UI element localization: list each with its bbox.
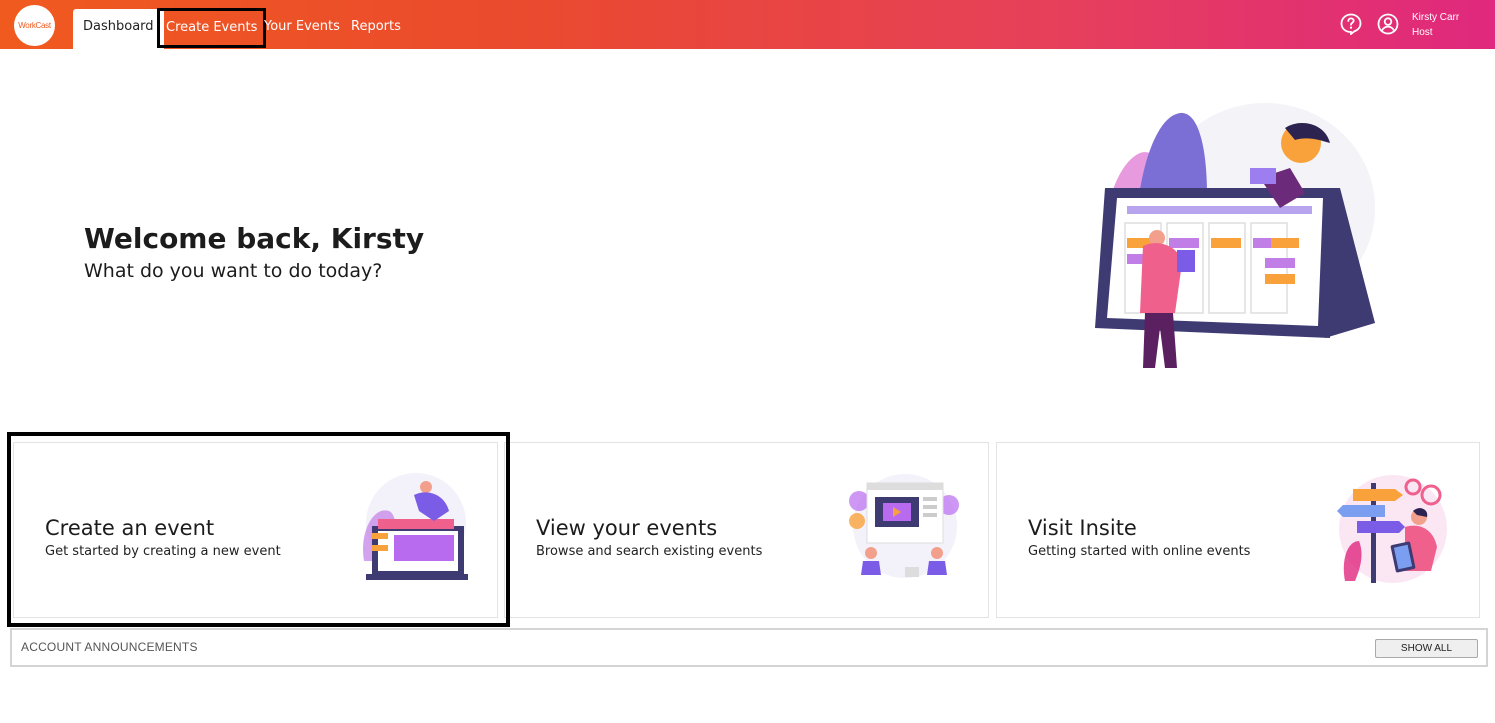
- tab-dashboard[interactable]: Dashboard: [73, 9, 164, 49]
- user-role: Host: [1412, 27, 1433, 38]
- tab-create-events-label: Create Events: [166, 20, 258, 35]
- tab-create-events[interactable]: Create Events: [157, 8, 267, 48]
- card-visit-insite-title: Visit Insite: [1028, 516, 1137, 540]
- user-account-icon[interactable]: [1377, 13, 1399, 35]
- card-view-events-title: View your events: [536, 516, 718, 540]
- logo-text: WorkCast: [18, 21, 51, 30]
- card-create-event-description: Get started by creating a new event: [45, 544, 281, 559]
- card-create-event-title: Create an event: [45, 516, 215, 540]
- card-create-event[interactable]: Create an event Get started by creating …: [13, 442, 498, 618]
- tab-your-events-label: Your Events: [264, 19, 340, 34]
- help-icon[interactable]: [1340, 13, 1362, 35]
- show-all-button[interactable]: SHOW ALL: [1375, 639, 1478, 658]
- workcast-logo[interactable]: WorkCast: [14, 5, 55, 46]
- visit-insite-illustration: [1337, 475, 1447, 583]
- welcome-subtitle: What do you want to do today?: [84, 260, 383, 282]
- user-name: Kirsty Carr: [1412, 12, 1460, 23]
- tab-your-events[interactable]: Your Events: [254, 9, 350, 49]
- card-visit-insite-description: Getting started with online events: [1028, 544, 1251, 559]
- account-announcements-bar: ACCOUNT ANNOUNCEMENTS SHOW ALL: [10, 628, 1488, 667]
- view-events-illustration: [849, 474, 959, 578]
- card-view-events-description: Browse and search existing events: [536, 544, 763, 559]
- welcome-title: Welcome back, Kirsty: [84, 222, 425, 255]
- card-view-events[interactable]: View your events Browse and search exist…: [504, 442, 989, 618]
- tab-reports-label: Reports: [351, 19, 401, 34]
- announcements-label: ACCOUNT ANNOUNCEMENTS: [21, 640, 198, 654]
- card-visit-insite[interactable]: Visit Insite Getting started with online…: [996, 442, 1480, 618]
- tab-dashboard-label: Dashboard: [83, 19, 154, 34]
- create-event-illustration: [363, 473, 468, 580]
- tab-reports[interactable]: Reports: [341, 9, 411, 49]
- top-navigation-bar: WorkCast Dashboard Create Events Your Ev…: [0, 0, 1495, 49]
- planning-board-illustration: [1095, 103, 1375, 368]
